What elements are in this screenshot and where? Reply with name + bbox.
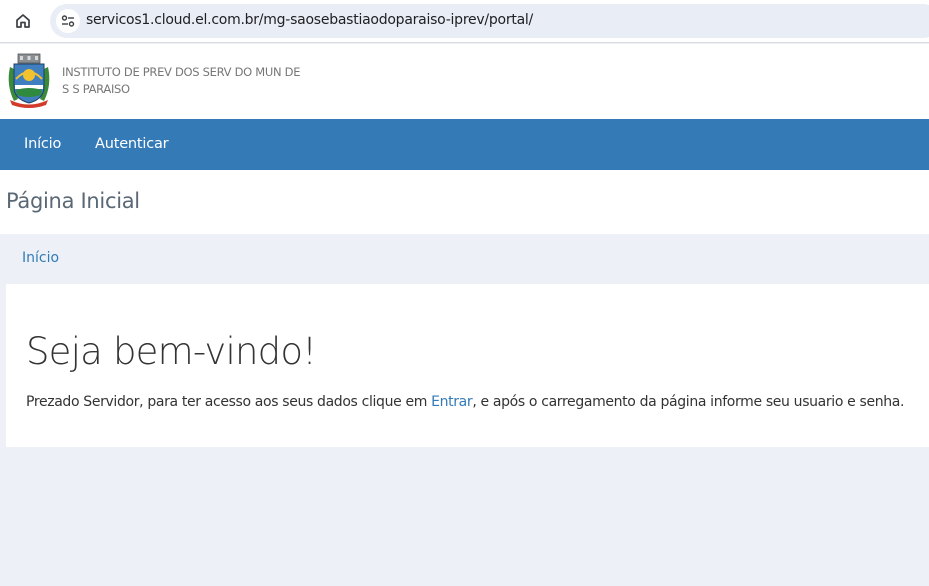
breadcrumb-link-inicio[interactable]: Início (22, 250, 59, 266)
organization-name: INSTITUTO DE PREV DOS SERV DO MUN DE S S… (62, 64, 300, 98)
browser-toolbar: servicos1.cloud.el.com.br/mg-saosebastia… (0, 0, 929, 43)
home-icon (16, 14, 30, 28)
organization-name-line2: S S PARAISO (62, 82, 130, 96)
welcome-panel: Seja bem-vindo! Prezado Servidor, para t… (6, 284, 929, 447)
page-title: Página Inicial (6, 189, 140, 213)
site-header: INSTITUTO DE PREV DOS SERV DO MUN DE S S… (0, 44, 929, 119)
url-text[interactable]: servicos1.cloud.el.com.br/mg-saosebastia… (86, 12, 533, 28)
home-button[interactable] (10, 8, 36, 34)
welcome-text-before: Prezado Servidor, para ter acesso aos se… (26, 394, 432, 410)
tune-icon (61, 15, 75, 27)
welcome-text-after: , e após o carregamento da página inform… (472, 394, 905, 410)
page-title-bar: Página Inicial (0, 170, 929, 234)
nav-item-inicio[interactable]: Início (24, 136, 61, 152)
site-info-button[interactable] (56, 9, 80, 33)
welcome-text: Prezado Servidor, para ter acesso aos se… (26, 394, 904, 410)
welcome-heading: Seja bem-vindo! (26, 330, 317, 373)
nav-item-autenticar[interactable]: Autenticar (95, 136, 169, 152)
entrar-link[interactable]: Entrar (431, 394, 473, 410)
main-navbar: Início Autenticar (0, 119, 929, 170)
organization-name-line1: INSTITUTO DE PREV DOS SERV DO MUN DE (62, 65, 301, 79)
coat-of-arms-logo (8, 53, 50, 108)
address-bar[interactable]: servicos1.cloud.el.com.br/mg-saosebastia… (50, 4, 929, 38)
